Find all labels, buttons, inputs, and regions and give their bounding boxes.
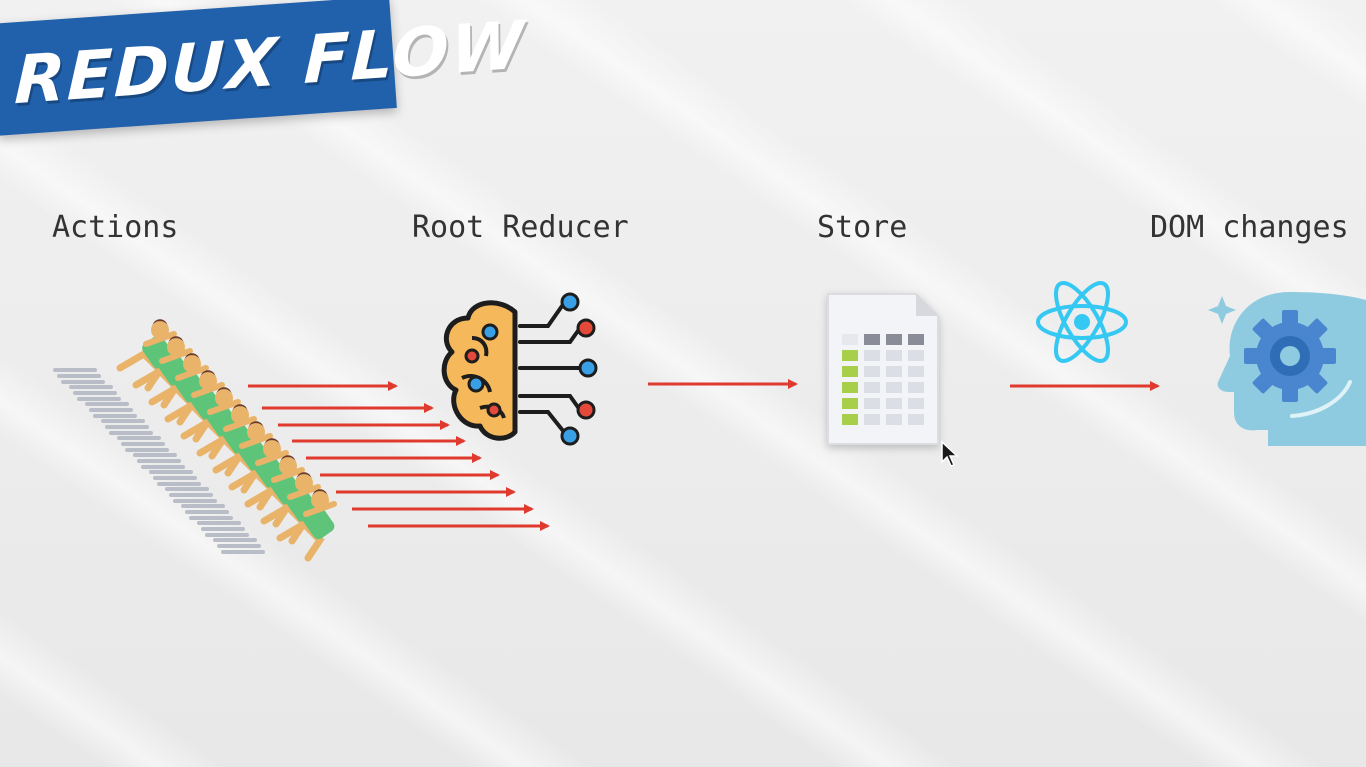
sheet-cell xyxy=(886,382,902,393)
sheet-cell xyxy=(842,334,858,345)
sheet-cell xyxy=(886,398,902,409)
sheet-cell xyxy=(908,366,924,377)
sheet-cell xyxy=(864,350,880,361)
sheet-cell xyxy=(886,334,902,345)
sheet-cell xyxy=(864,366,880,377)
sheet-cell xyxy=(842,398,858,409)
sheet-cell xyxy=(886,350,902,361)
sheet-cell xyxy=(864,414,880,425)
sheet-cell xyxy=(842,366,858,377)
running-people-icon xyxy=(53,319,337,562)
sheet-cell xyxy=(864,382,880,393)
sheet-cell xyxy=(842,350,858,361)
mouse-pointer-icon xyxy=(941,440,959,467)
flow-diagram xyxy=(53,281,1366,562)
sheet-cell xyxy=(842,414,858,425)
brain-circuit-icon xyxy=(441,292,598,446)
sheet-cell xyxy=(864,334,880,345)
sheet-cell xyxy=(908,398,924,409)
sheet-cell xyxy=(886,414,902,425)
sheet-cell xyxy=(842,382,858,393)
head-gear-icon xyxy=(1208,292,1366,446)
sheet-cell xyxy=(908,350,924,361)
sheet-cell xyxy=(908,334,924,345)
sheet-cell xyxy=(864,398,880,409)
runner-figure xyxy=(53,319,177,392)
spreadsheet-document-icon xyxy=(827,293,939,445)
sheet-cell xyxy=(886,366,902,377)
react-logo-icon xyxy=(1036,281,1128,363)
sheet-cell xyxy=(908,382,924,393)
sheet-cell xyxy=(908,414,924,425)
